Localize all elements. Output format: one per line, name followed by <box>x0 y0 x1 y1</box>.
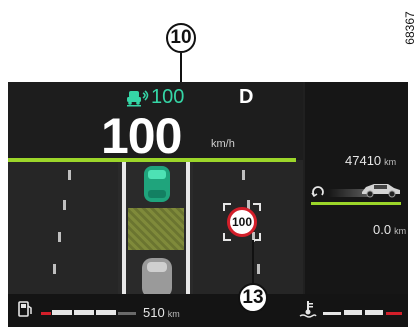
car-silhouette-icon <box>362 184 400 198</box>
odometer-unit: km <box>384 157 397 167</box>
fuel-gauge-segment <box>74 310 94 315</box>
coolant-gauge-segment <box>323 312 341 315</box>
adaptive-cruise-icon <box>127 90 149 107</box>
trip-reset-icon <box>311 186 324 197</box>
fuel-gauge-red-segment <box>41 312 51 315</box>
callout-10-label: 10 <box>170 27 192 48</box>
lane-dash <box>53 264 56 274</box>
lane-line-left <box>122 160 126 294</box>
range-value: 510 <box>143 305 165 320</box>
instrument-cluster: 100 D 100 km/h 100 47410 km 0.0 km 510 k… <box>8 82 408 327</box>
lane-dash <box>257 264 260 274</box>
vehicle-speed: 100 <box>101 108 182 164</box>
odometer-value: 47410 <box>345 153 382 168</box>
sign-frame-corner <box>223 203 231 211</box>
callout-13-label: 13 <box>242 287 264 308</box>
callout-13-leader <box>252 240 254 284</box>
speed-limit-sign-icon: 100 <box>223 203 261 241</box>
main-display: 100 D 100 km/h 100 <box>8 82 303 294</box>
gear-indicator: D <box>239 86 254 108</box>
lane-dash <box>63 200 66 210</box>
fuel-gauge-segment <box>52 310 72 315</box>
following-distance-zone <box>128 208 184 250</box>
callout-10: 10 <box>166 23 196 53</box>
fuel-gauge-segment <box>96 310 116 315</box>
coolant-gauge-segment <box>365 310 383 315</box>
lane-dash <box>58 232 61 242</box>
road-shoulder-left <box>8 160 118 294</box>
range-unit: km <box>167 309 180 319</box>
lead-vehicle-icon <box>144 166 170 202</box>
fuel-pump-icon <box>18 301 32 317</box>
own-vehicle-icon <box>142 258 172 294</box>
cruise-set-speed: 100 <box>151 86 185 108</box>
trip-distance: 0.0 km <box>373 222 406 237</box>
lane-line-right <box>186 160 190 294</box>
callout-13: 13 <box>238 283 268 313</box>
speed-limit-value: 100 <box>227 207 257 237</box>
coolant-gauge-red-segment <box>386 312 402 315</box>
lane-dash <box>68 170 71 180</box>
trip-value: 0.0 <box>373 222 392 237</box>
speed-divider-line <box>8 158 296 162</box>
reference-code: 68367 <box>403 11 417 45</box>
speed-unit: km/h <box>211 138 235 150</box>
coolant-gauge-segment <box>344 310 362 315</box>
fuel-range: 510 km <box>143 305 180 320</box>
sign-frame-corner <box>253 233 261 241</box>
odometer: 47410 km <box>345 153 396 168</box>
trip-unit: km <box>394 226 407 236</box>
sign-frame-corner <box>253 203 261 211</box>
trip-underline <box>311 202 401 205</box>
fuel-gauge-segment-empty <box>118 312 136 315</box>
sign-frame-corner <box>223 233 231 241</box>
lane-dash <box>242 170 245 180</box>
coolant-temp-icon <box>299 301 317 318</box>
